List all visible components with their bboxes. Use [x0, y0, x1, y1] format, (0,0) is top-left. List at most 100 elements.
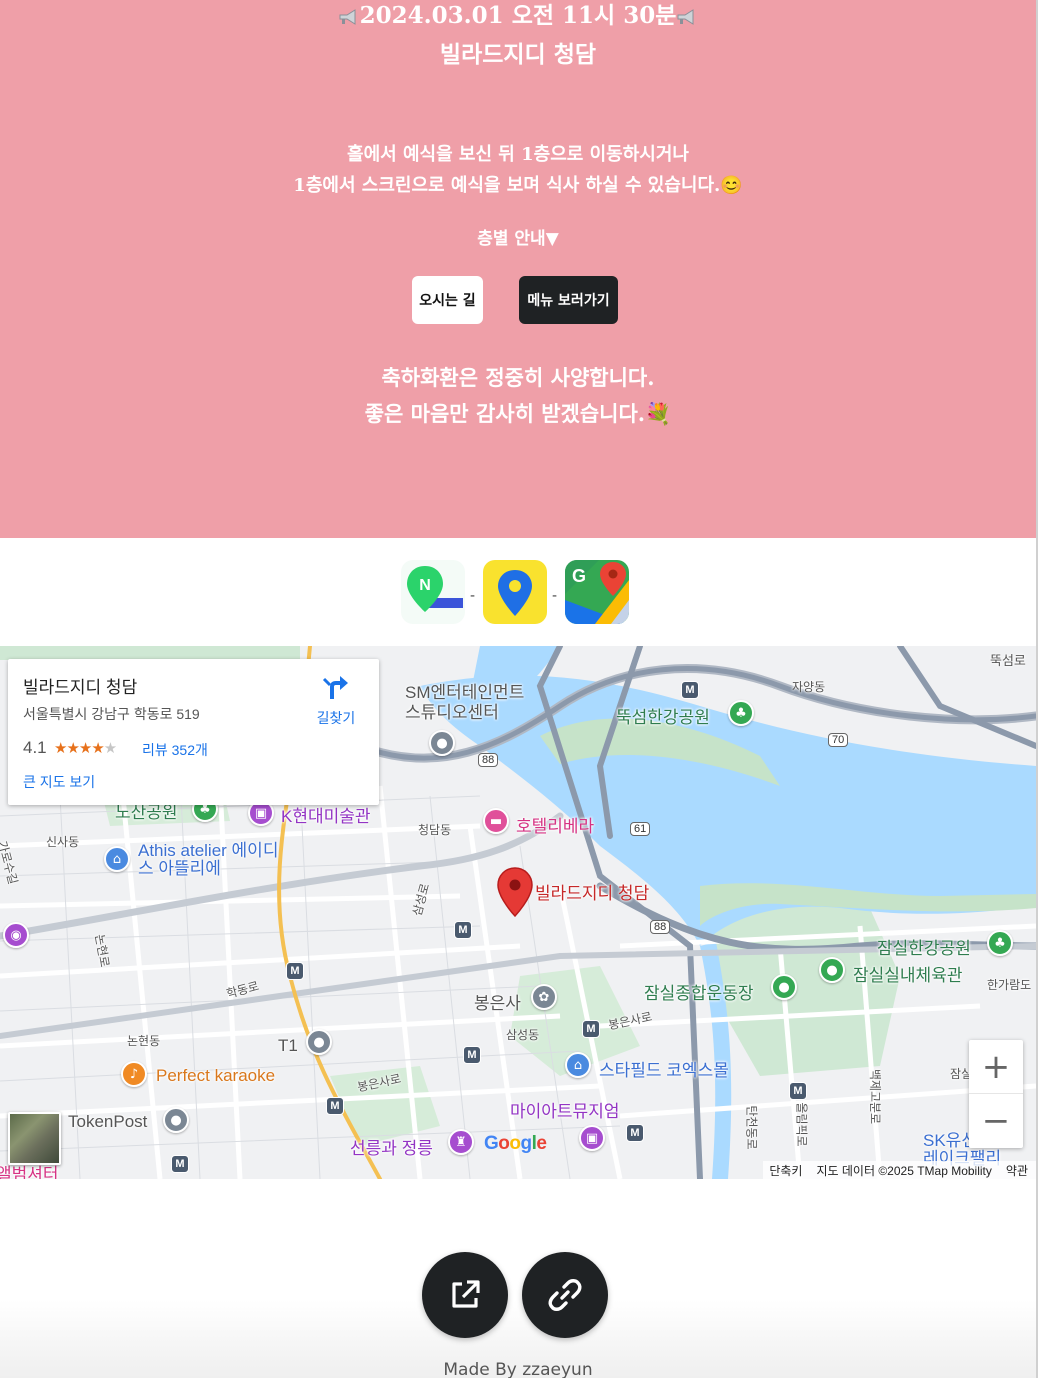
google-logo-letter: g	[520, 1133, 533, 1154]
hotel-icon[interactable]: ▬	[483, 808, 509, 834]
metro-station-icon[interactable]: M	[582, 1020, 600, 1038]
map-label-seolleung[interactable]: 선릉과 정릉	[350, 1134, 433, 1159]
map-label-perfect-karaoke[interactable]: Perfect karaoke	[156, 1066, 275, 1086]
separator: -	[470, 588, 476, 604]
metro-station-icon[interactable]: M	[463, 1046, 481, 1064]
naver-map-icon[interactable]: N	[401, 560, 465, 624]
metro-station-icon[interactable]: M	[626, 1124, 644, 1142]
route-70-shield: 70	[828, 733, 849, 747]
place-pin-icon[interactable]: ●	[429, 730, 455, 756]
keyboard-shortcuts-link[interactable]: 단축키	[769, 1162, 802, 1179]
map-label-jamsil-indoor-stadium[interactable]: 잠실실내체육관	[853, 961, 962, 986]
karaoke-icon[interactable]: ♪	[121, 1061, 147, 1087]
google-map[interactable]: 88 70 61 88 SM엔터테인먼트 스튜디오센터 ● 뚝섬한강공원 ♣ 자양…	[0, 646, 1036, 1179]
map-label-bongeunsa[interactable]: 봉은사	[474, 989, 521, 1014]
map-label-tokenpost[interactable]: TokenPost	[68, 1112, 147, 1132]
metro-station-icon[interactable]: M	[681, 681, 699, 699]
map-label-athis-atelier[interactable]: Athis atelier 에이디 스 아뜰리에	[138, 842, 278, 878]
map-label-ttukseom-ro: 뚝섬로	[990, 653, 1026, 668]
metro-station-icon[interactable]: M	[171, 1155, 189, 1173]
metro-station-icon[interactable]: M	[789, 1082, 807, 1100]
guide-text-line-1: 홀에서 예식을 보신 뒤 1층으로 이동하시거나	[347, 144, 689, 165]
wedding-date: 2024.03.01 오전 11시 30분	[0, 0, 1036, 32]
copy-link-button[interactable]	[522, 1252, 608, 1338]
google-maps-icon[interactable]: G	[565, 560, 629, 624]
google-logo: Google	[484, 1133, 547, 1155]
zoom-in-button[interactable]: +	[969, 1040, 1023, 1094]
route-61-shield: 61	[630, 822, 651, 836]
reviews-link[interactable]: 리뷰 352개	[142, 740, 208, 760]
map-label-jamsil-hangang-park[interactable]: 잠실한강공원	[877, 934, 971, 959]
invitation-hero: 2024.03.01 오전 11시 30분 빌라드지디 청담 홀에서 예식을 보…	[0, 0, 1036, 538]
directions-link[interactable]: 길찾기	[308, 673, 364, 728]
place-pin-icon[interactable]: ●	[163, 1107, 189, 1133]
park-tree-icon[interactable]: ♣	[728, 700, 754, 726]
metro-station-icon[interactable]: M	[286, 962, 304, 980]
map-label-text: Athis atelier 에이디	[138, 841, 279, 860]
metro-station-icon[interactable]: M	[326, 1097, 344, 1115]
floor-guide-toggle[interactable]: 층별 안내▼	[0, 226, 1036, 252]
metro-station-icon[interactable]: M	[454, 921, 472, 939]
separator: -	[552, 588, 558, 604]
place-pin-icon[interactable]: ●	[771, 974, 797, 1000]
guide-text-line-2: 1층에서 스크린으로 예식을 보며 식사 하실 수 있습니다.😊	[293, 175, 743, 196]
museum-icon[interactable]: ▣	[579, 1125, 605, 1151]
share-button[interactable]	[422, 1252, 508, 1338]
shopping-icon[interactable]: ⌂	[104, 846, 130, 872]
map-label-k-museum[interactable]: K현대미술관	[281, 802, 371, 827]
map-label-jamsil-sports-complex[interactable]: 잠실종합운동장	[644, 979, 753, 1004]
map-label-venue[interactable]: 빌라드지디 청담	[535, 879, 649, 904]
map-label-olympic-ro: 올림픽로	[794, 1102, 809, 1147]
rating-stars-text: ★★★★★	[54, 740, 117, 757]
megaphone-icon	[339, 9, 356, 25]
route-88-shield: 88	[650, 920, 671, 934]
map-label-tancheon-dong-ro: 탄천동로	[744, 1105, 759, 1150]
svg-text:G: G	[572, 566, 586, 586]
megaphone-icon	[677, 9, 694, 25]
park-tree-icon[interactable]: ♣	[987, 930, 1013, 956]
map-label-text: 스튜디오센터	[405, 703, 499, 722]
rating-stars: ★★★★★	[54, 739, 117, 757]
map-label-jayang-dong: 자양동	[792, 680, 826, 694]
place-info-card: 빌라드지디 청담 서울특별시 강남구 학동로 519 4.1 ★★★★★ 리뷰 …	[8, 659, 379, 805]
kakao-map-icon[interactable]	[483, 560, 547, 624]
svg-text:N: N	[419, 577, 431, 594]
directions-label: 길찾기	[316, 710, 356, 726]
map-label-t1[interactable]: T1	[278, 1036, 298, 1056]
made-by-credit: Made By zzaeyun	[443, 1360, 593, 1378]
map-label-nonhyeon-dong: 논현동	[127, 1034, 161, 1048]
map-attribution: 단축키 지도 데이터 ©2025 TMap Mobility 약관	[763, 1161, 1036, 1179]
place-pin-icon[interactable]: ●	[819, 957, 845, 983]
temple-icon[interactable]: ✿	[531, 984, 557, 1010]
external-link-icon	[452, 1280, 480, 1308]
google-logo-letter: o	[498, 1133, 510, 1154]
map-label-hangaram: 한가람도	[987, 978, 1032, 992]
map-label-hotel-riviera[interactable]: 호텔리베라	[516, 812, 594, 837]
map-label-my-art-museum[interactable]: 마이아트뮤지엄	[510, 1097, 619, 1122]
venue-name: 빌라드지디 청담	[439, 41, 597, 68]
map-label-starfield-coex[interactable]: 스타필드 코엑스몰	[599, 1056, 729, 1081]
place-title: 빌라드지디 청담	[23, 678, 138, 697]
satellite-view-toggle[interactable]	[8, 1112, 61, 1165]
flower-notice-line-2: 좋은 마음만 감사히 받겠습니다.💐	[364, 401, 672, 426]
map-label-text: SM엔터테인먼트	[405, 683, 525, 702]
place-address: 서울특별시 강남구 학동로 519	[23, 706, 200, 722]
map-label-sm-entertainment[interactable]: SM엔터테인먼트 스튜디오센터	[405, 683, 524, 723]
venue-pin-icon[interactable]	[497, 867, 533, 917]
map-label-sinsa-dong: 신사동	[46, 835, 80, 849]
google-logo-letter: G	[484, 1133, 499, 1154]
view-larger-map-link[interactable]: 큰 지도 보기	[23, 772, 95, 792]
place-rating: 4.1	[23, 738, 47, 757]
heritage-icon[interactable]: ♜	[448, 1129, 474, 1155]
directions-button[interactable]: 오시는 길	[412, 276, 483, 324]
zoom-control: + −	[969, 1040, 1023, 1148]
place-pin-icon[interactable]: ●	[306, 1029, 332, 1055]
camera-icon[interactable]: ◉	[3, 922, 29, 948]
map-label-ttukseom-park[interactable]: 뚝섬한강공원	[616, 703, 710, 728]
shopping-icon[interactable]: ⌂	[565, 1052, 591, 1078]
terms-link[interactable]: 약관	[1006, 1162, 1028, 1179]
view-menu-button[interactable]: 메뉴 보러가기	[519, 276, 618, 324]
zoom-out-button[interactable]: −	[969, 1094, 1023, 1148]
map-label-baekje-gobun-ro: 백제고분로	[868, 1068, 883, 1125]
directions-arrow-icon	[322, 676, 348, 699]
